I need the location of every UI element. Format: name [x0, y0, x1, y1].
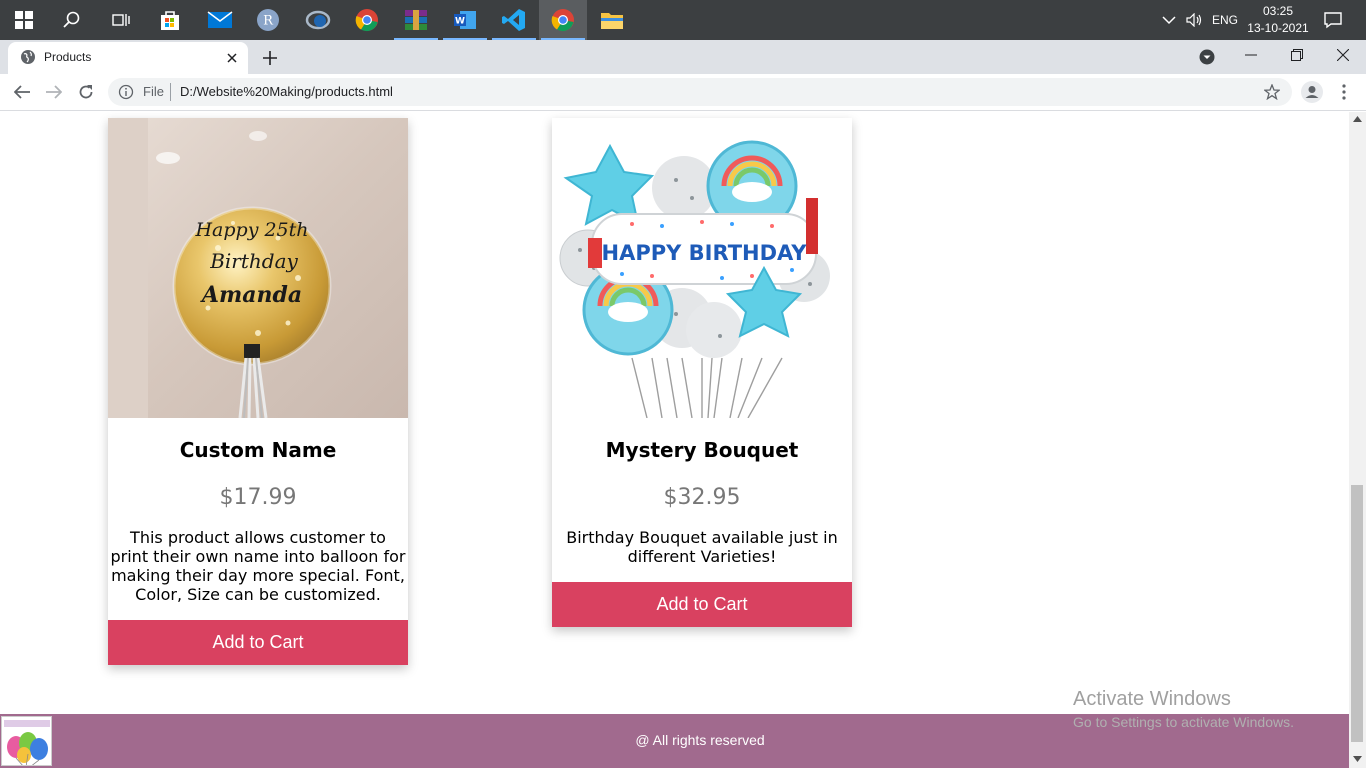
product-card-mystery-bouquet: HAPPY BIRTHDAY Mystery Bouquet $32.95 Bi…	[552, 118, 852, 627]
taskbar-winrar[interactable]	[392, 0, 440, 40]
system-tray: ENG	[1162, 0, 1238, 40]
activate-windows-subtitle[interactable]: Go to Settings to activate Windows.	[1073, 714, 1294, 730]
balloon-text-line-1: Happy 25th	[194, 219, 308, 241]
product-image-custom-name: Happy 25th Birthday Amanda	[108, 118, 408, 418]
scroll-down-arrow-icon[interactable]	[1353, 756, 1362, 762]
back-button[interactable]	[10, 81, 34, 103]
browser-menu-button[interactable]	[1335, 81, 1353, 103]
chrome-icon	[355, 9, 378, 32]
balloon-text-line-2: Birthday	[209, 249, 298, 273]
taskbar-search-button[interactable]	[48, 0, 96, 40]
taskbar-file-explorer[interactable]	[588, 0, 636, 40]
bookmark-button[interactable]	[1261, 81, 1283, 103]
file-explorer-icon	[601, 13, 623, 29]
language-indicator[interactable]: ENG	[1212, 13, 1238, 27]
taskbar-chrome[interactable]	[343, 0, 391, 40]
arrow-left-icon	[14, 85, 30, 99]
start-button[interactable]	[0, 0, 48, 40]
taskbar-rstudio[interactable]	[294, 0, 342, 40]
tab-search-button[interactable]	[1197, 47, 1217, 67]
product-description: This product allows customer to print th…	[110, 528, 406, 604]
address-url[interactable]: D:/Website%20Making/products.html	[180, 84, 393, 99]
svg-text:R: R	[263, 14, 274, 29]
task-view-button[interactable]	[96, 0, 144, 40]
store-icon	[161, 11, 179, 30]
plus-icon	[263, 51, 277, 65]
reload-icon	[79, 85, 93, 99]
avatar-icon	[1301, 81, 1323, 103]
address-scheme-label: File	[143, 84, 164, 99]
vscode-icon	[502, 9, 525, 31]
taskbar-store[interactable]	[146, 0, 194, 40]
product-name: Custom Name	[179, 438, 337, 462]
star-icon	[1264, 84, 1280, 100]
scroll-up-arrow-icon[interactable]	[1353, 116, 1362, 122]
r-icon: R	[257, 9, 279, 31]
dropdown-circle-icon	[1199, 49, 1215, 65]
taskbar-word[interactable]: W	[441, 0, 489, 40]
start-icon	[15, 11, 33, 29]
gold-balloon-image: Happy 25th Birthday Amanda	[108, 118, 408, 418]
minimize-button[interactable]	[1237, 44, 1265, 66]
tab-title: Products	[44, 50, 92, 64]
profile-button[interactable]	[1300, 80, 1324, 104]
forward-button[interactable]	[42, 81, 66, 103]
svg-text:W: W	[455, 17, 465, 27]
close-icon	[227, 53, 237, 63]
rstudio-icon	[305, 10, 331, 30]
search-icon	[63, 11, 80, 28]
taskbar-chrome-active[interactable]	[539, 0, 587, 40]
kebab-menu-icon	[1342, 84, 1346, 100]
clock-date: 13-10-2021	[1247, 21, 1309, 35]
product-card-custom-name: Happy 25th Birthday Amanda Custom Name $…	[108, 118, 408, 665]
volume-icon[interactable]	[1186, 13, 1204, 27]
notification-icon	[1324, 12, 1342, 29]
word-icon: W	[454, 11, 476, 29]
birthday-bouquet-image: HAPPY BIRTHDAY	[552, 118, 852, 418]
tab-close-button[interactable]	[222, 48, 242, 68]
arrow-right-icon	[46, 85, 62, 99]
restore-button[interactable]	[1283, 44, 1311, 66]
product-image-mystery-bouquet: HAPPY BIRTHDAY	[552, 118, 852, 418]
notifications-button[interactable]	[1318, 8, 1348, 32]
restore-icon	[1291, 49, 1303, 61]
window-close-icon	[1337, 49, 1349, 61]
globe-icon	[21, 50, 35, 64]
chevron-up-icon[interactable]	[1162, 15, 1176, 25]
taskbar-vscode[interactable]	[490, 0, 538, 40]
product-name: Mystery Bouquet	[605, 438, 799, 462]
product-price: $32.95	[663, 485, 741, 510]
task-view-icon	[112, 14, 130, 26]
clock-time: 03:25	[1262, 4, 1294, 18]
info-icon[interactable]	[118, 84, 134, 100]
winrar-icon	[405, 10, 427, 30]
taskbar-mail[interactable]	[196, 0, 244, 40]
taskbar-r[interactable]: R	[244, 0, 292, 40]
new-tab-button[interactable]	[258, 46, 282, 70]
product-price: $17.99	[219, 485, 297, 510]
bouquet-banner-text: HAPPY BIRTHDAY	[602, 241, 808, 265]
reload-button[interactable]	[74, 81, 98, 103]
product-description: Birthday Bouquet available just in diffe…	[566, 528, 838, 566]
window-close-button[interactable]	[1329, 44, 1357, 66]
taskbar-clock[interactable]: 03:25 13-10-2021	[1242, 3, 1314, 37]
mail-icon	[207, 11, 233, 28]
footer-copyright: @ All rights reserved	[635, 732, 765, 748]
scrollbar-thumb[interactable]	[1351, 485, 1363, 742]
balloon-text-line-3: Amanda	[200, 282, 302, 308]
address-separator	[170, 83, 171, 101]
chrome-active-icon	[551, 9, 574, 32]
activate-windows-title: Activate Windows	[1073, 688, 1231, 710]
add-to-cart-button[interactable]: Add to Cart	[552, 582, 852, 627]
add-to-cart-button[interactable]: Add to Cart	[108, 620, 408, 665]
minimize-icon	[1245, 54, 1257, 56]
